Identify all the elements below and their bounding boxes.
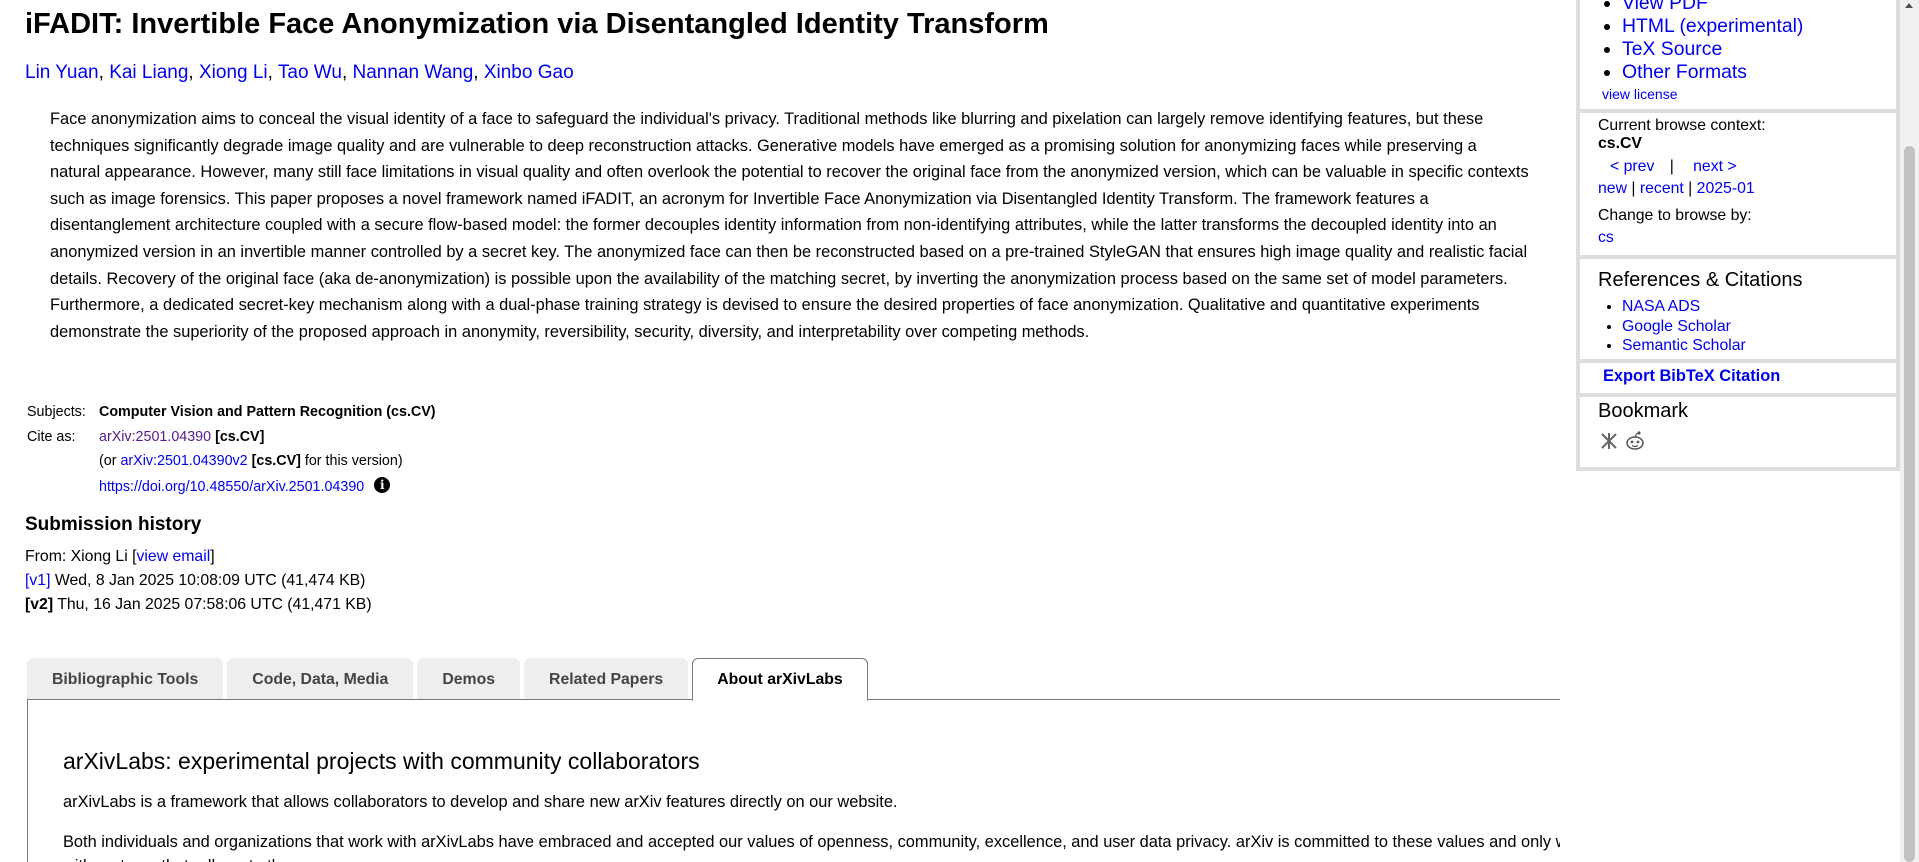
bookmark-heading: Bookmark [1598,400,1689,422]
cite-id-link[interactable]: arXiv:2501.04390 [99,429,211,445]
other-formats-link[interactable]: Other Formats [1622,61,1747,83]
google-scholar-link[interactable]: Google Scholar [1622,318,1731,335]
format-item: HTML (experimental) [1622,15,1803,38]
doi-link[interactable]: https://doi.org/10.48550/arXiv.2501.0439… [99,479,364,495]
cite-row: Cite as: arXiv:2501.04390 [cs.CV] [27,425,436,450]
labs-values: Both individuals and organizations that … [63,833,1560,862]
tab-related-papers[interactable]: Related Papers [524,658,689,700]
format-item: Other Formats [1622,61,1803,84]
reddit-icon[interactable] [1624,430,1646,452]
context-value: cs.CV [1598,135,1642,152]
submission-from: From: Xiong Li [view email] [25,548,215,565]
info-icon[interactable]: i [374,476,391,493]
format-item: TeX Source [1622,38,1803,61]
tex-source-link[interactable]: TeX Source [1622,38,1722,60]
recent-link[interactable]: recent [1640,180,1684,197]
labs-title: arXivLabs: experimental projects with co… [63,748,700,774]
scrollbar[interactable] [1900,0,1919,862]
author-link[interactable]: Xiong Li [199,62,268,83]
cite-version-link[interactable]: arXiv:2501.04390v2 [120,453,247,469]
doi-row: https://doi.org/10.48550/arXiv.2501.0439… [27,474,436,499]
submission-history: From: Xiong Li [view email] [v1] Wed, 8 … [25,545,372,617]
view-email-link[interactable]: view email [137,548,211,565]
browse-cs-link[interactable]: cs [1598,229,1614,247]
change-browse-label: Change to browse by: [1598,207,1752,224]
html-experimental-link[interactable]: HTML (experimental) [1622,15,1803,37]
format-list: View PDF HTML (experimental) TeX Source … [1604,0,1803,84]
access-formats: View PDF HTML (experimental) TeX Source … [1576,0,1900,113]
author-list: Lin Yuan, Kai Liang, Xiong Li, Tao Wu, N… [25,62,574,83]
next-link[interactable]: next > [1693,158,1736,175]
view-pdf-link[interactable]: View PDF [1622,0,1708,14]
refs-heading: References & Citations [1598,269,1803,291]
abstract: Face anonymization aims to conceal the v… [50,110,1529,341]
tab-about-arxivlabs[interactable]: About arXivLabs [692,658,868,701]
format-item: View PDF [1622,0,1803,15]
subjects-label: Subjects: [27,404,86,421]
references-citations: References & Citations NASA ADS Google S… [1576,259,1900,363]
scroll-up-arrow-icon[interactable] [1905,3,1913,8]
subjects-value: Computer Vision and Pattern Recognition … [99,404,436,421]
submission-history-heading: Submission history [25,514,202,535]
tab-bar: Bibliographic Tools Code, Data, Media De… [27,658,872,701]
version-v2: [v2] Thu, 16 Jan 2025 07:58:06 UTC (41,4… [25,596,372,613]
version-v1: [v1] Wed, 8 Jan 2025 10:08:09 UTC (41,47… [25,572,366,589]
author-link[interactable]: Nannan Wang [353,62,474,83]
refs-list: NASA ADS Google Scholar Semantic Scholar [1604,297,1746,356]
author-link[interactable]: Xinbo Gao [484,62,574,83]
bibtex-section: Export BibTeX Citation [1576,363,1900,397]
semantic-scholar-link[interactable]: Semantic Scholar [1622,337,1746,354]
main-content: iFADIT: Invertible Face Anonymization vi… [0,0,1560,862]
view-license-link[interactable]: view license [1602,86,1677,102]
month-link[interactable]: 2025-01 [1697,180,1755,197]
metadata-table: Subjects: Computer Vision and Pattern Re… [27,400,436,498]
author-link[interactable]: Lin Yuan [25,62,99,83]
paper-title: iFADIT: Invertible Face Anonymization vi… [25,8,1049,40]
bookmark-section: Bookmark [1576,397,1900,471]
tab-bibliographic-tools[interactable]: Bibliographic Tools [27,658,224,700]
export-bibtex-link[interactable]: Export BibTeX Citation [1603,367,1780,386]
context-label: Current browse context: [1598,117,1766,134]
subjects-row: Subjects: Computer Vision and Pattern Re… [27,400,436,425]
browse-context: Current browse context: cs.CV < prev | n… [1576,113,1900,259]
scrollbar-thumb[interactable] [1904,146,1915,862]
tab-code-data-media[interactable]: Code, Data, Media [227,658,414,700]
author-link[interactable]: Tao Wu [278,62,342,83]
new-link[interactable]: new [1598,180,1627,197]
tab-demos[interactable]: Demos [417,658,521,700]
nasa-ads-link[interactable]: NASA ADS [1622,298,1700,315]
bibsonomy-icon[interactable] [1598,430,1620,452]
cite-label: Cite as: [27,428,76,445]
bookmark-icons [1598,430,1646,452]
version-v1-link[interactable]: [v1] [25,572,50,589]
cite-category: [cs.CV] [215,428,265,445]
prev-link[interactable]: < prev [1610,158,1654,175]
cite-version-row: (or arXiv:2501.04390v2 [cs.CV] for this … [99,453,403,470]
tab-panel: arXivLabs: experimental projects with co… [27,699,1560,862]
author-link[interactable]: Kai Liang [109,62,188,83]
sidebar: View PDF HTML (experimental) TeX Source … [1576,0,1900,862]
labs-intro: arXivLabs is a framework that allows col… [63,793,898,811]
